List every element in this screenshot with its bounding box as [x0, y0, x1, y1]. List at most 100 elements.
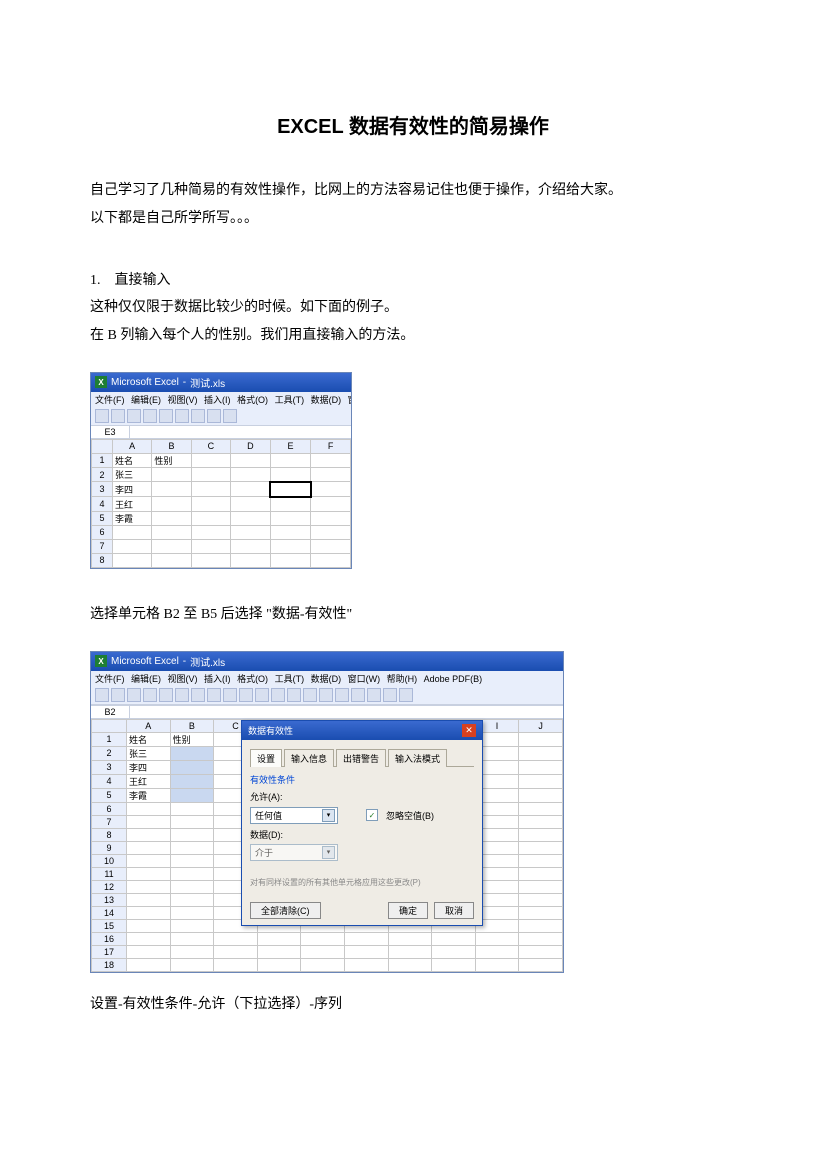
cell[interactable]	[388, 945, 432, 958]
cell[interactable]	[127, 945, 171, 958]
cell[interactable]	[152, 497, 191, 512]
cell[interactable]	[127, 841, 171, 854]
cell[interactable]: 性别	[170, 732, 214, 746]
select-all-corner[interactable]	[92, 719, 127, 732]
tab-error-alert[interactable]: 出错警告	[336, 749, 386, 767]
cell[interactable]	[432, 932, 476, 945]
cell[interactable]	[127, 854, 171, 867]
formula-bar[interactable]	[130, 426, 351, 438]
row-header[interactable]: 6	[92, 802, 127, 815]
tab-settings[interactable]: 设置	[250, 749, 282, 767]
toolbar-button[interactable]	[271, 688, 285, 702]
formula-bar[interactable]	[130, 706, 563, 718]
cell[interactable]	[127, 893, 171, 906]
cell[interactable]	[152, 539, 191, 553]
cell[interactable]	[170, 760, 214, 774]
cell[interactable]	[301, 932, 345, 945]
dialog-title-bar[interactable]: 数据有效性 ✕	[242, 721, 482, 740]
cell[interactable]	[152, 467, 191, 482]
cell[interactable]	[388, 932, 432, 945]
row-header[interactable]: 8	[92, 828, 127, 841]
col-header[interactable]: E	[270, 439, 310, 453]
cell[interactable]	[432, 945, 476, 958]
cell[interactable]	[311, 539, 351, 553]
row-header[interactable]: 5	[92, 511, 113, 525]
cell[interactable]	[311, 525, 351, 539]
toolbar-button[interactable]	[191, 688, 205, 702]
menu-window[interactable]: 窗口(W)	[348, 674, 381, 684]
cell[interactable]	[519, 854, 563, 867]
row-header[interactable]: 3	[92, 760, 127, 774]
cell[interactable]	[311, 497, 351, 512]
cell[interactable]	[311, 553, 351, 567]
cell[interactable]	[170, 841, 214, 854]
toolbar-button[interactable]	[175, 688, 189, 702]
cell[interactable]	[311, 467, 351, 482]
cell[interactable]	[519, 932, 563, 945]
col-header[interactable]: B	[152, 439, 191, 453]
cell[interactable]	[214, 932, 258, 945]
cell[interactable]	[170, 746, 214, 760]
toolbar-button[interactable]	[175, 409, 189, 423]
col-header[interactable]: A	[127, 719, 171, 732]
menu-file[interactable]: 文件(F)	[95, 395, 125, 405]
cell[interactable]	[230, 553, 270, 567]
cell[interactable]	[170, 815, 214, 828]
menu-help[interactable]: 帮助(H)	[387, 674, 418, 684]
cell[interactable]	[170, 774, 214, 788]
row-header[interactable]: 10	[92, 854, 127, 867]
toolbar-button[interactable]	[95, 688, 109, 702]
active-cell[interactable]	[270, 482, 310, 497]
cell[interactable]	[170, 945, 214, 958]
row-header[interactable]: 15	[92, 919, 127, 932]
toolbar-button[interactable]	[127, 688, 141, 702]
menu-edit[interactable]: 编辑(E)	[131, 674, 161, 684]
toolbar-button[interactable]	[111, 688, 125, 702]
cell[interactable]	[191, 511, 230, 525]
row-header[interactable]: 6	[92, 525, 113, 539]
cell[interactable]	[311, 453, 351, 467]
cell[interactable]: 张三	[113, 467, 152, 482]
cell[interactable]: 性别	[152, 453, 191, 467]
menu-adobe-pdf[interactable]: Adobe PDF(B)	[424, 674, 483, 684]
cell[interactable]	[475, 958, 519, 971]
cell[interactable]	[344, 958, 388, 971]
toolbar-button[interactable]	[255, 688, 269, 702]
cell[interactable]	[344, 945, 388, 958]
toolbar-button[interactable]	[207, 688, 221, 702]
cell[interactable]	[270, 511, 310, 525]
cell[interactable]	[191, 553, 230, 567]
cell[interactable]	[170, 932, 214, 945]
row-header[interactable]: 7	[92, 815, 127, 828]
menu-tools[interactable]: 工具(T)	[275, 395, 305, 405]
select-all-corner[interactable]	[92, 439, 113, 453]
cell[interactable]	[170, 906, 214, 919]
cell[interactable]	[170, 958, 214, 971]
cell[interactable]	[127, 906, 171, 919]
cell[interactable]	[270, 467, 310, 482]
menu-format[interactable]: 格式(O)	[237, 395, 268, 405]
name-box[interactable]: B2	[91, 706, 130, 718]
row-header[interactable]: 18	[92, 958, 127, 971]
cell[interactable]	[519, 893, 563, 906]
name-box[interactable]: E3	[91, 426, 130, 438]
cell[interactable]	[170, 802, 214, 815]
cell[interactable]	[311, 482, 351, 497]
cell[interactable]: 李霞	[113, 511, 152, 525]
cell[interactable]	[519, 802, 563, 815]
row-header[interactable]: 16	[92, 932, 127, 945]
col-header[interactable]: D	[230, 439, 270, 453]
toolbar-button[interactable]	[319, 688, 333, 702]
cell[interactable]: 姓名	[113, 453, 152, 467]
toolbar-button[interactable]	[335, 688, 349, 702]
tab-ime-mode[interactable]: 输入法模式	[388, 749, 447, 767]
cell[interactable]	[170, 867, 214, 880]
cell[interactable]	[127, 919, 171, 932]
row-header[interactable]: 13	[92, 893, 127, 906]
cell[interactable]	[519, 945, 563, 958]
row-header[interactable]: 1	[92, 732, 127, 746]
toolbar-button[interactable]	[159, 688, 173, 702]
cell[interactable]	[127, 932, 171, 945]
cell[interactable]	[113, 525, 152, 539]
cell[interactable]	[344, 932, 388, 945]
